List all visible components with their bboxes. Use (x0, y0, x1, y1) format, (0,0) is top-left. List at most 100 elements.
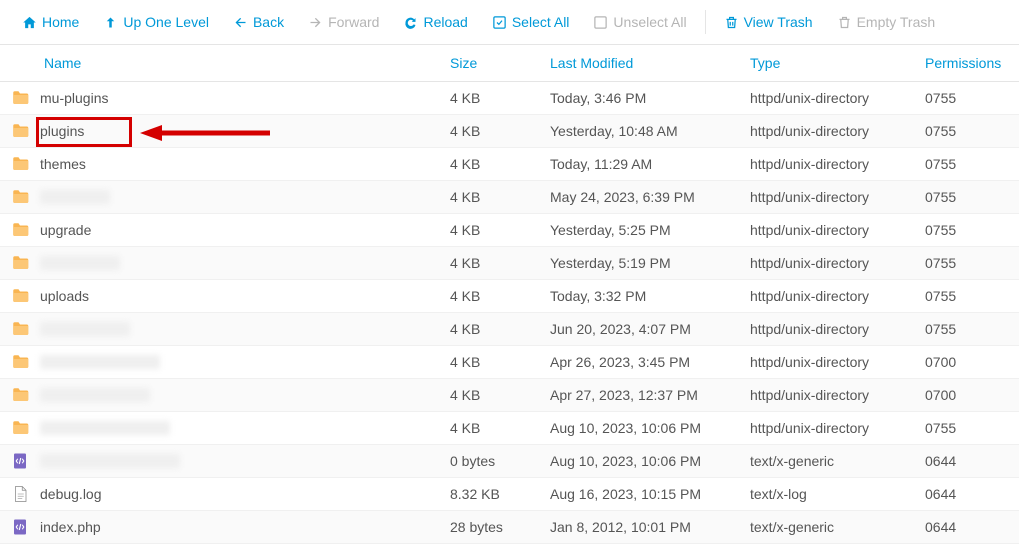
name-cell[interactable] (0, 452, 450, 470)
name-cell[interactable] (0, 188, 450, 206)
name-cell[interactable] (0, 419, 450, 437)
script-file-icon (10, 452, 30, 470)
cell-modified: Aug 10, 2023, 10:06 PM (550, 453, 750, 469)
reload-button[interactable]: Reload (393, 8, 477, 36)
name-cell[interactable]: mu-plugins (0, 89, 450, 107)
cell-modified: Today, 3:46 PM (550, 90, 750, 106)
file-name: mu-plugins (40, 90, 108, 106)
cell-perm: 0644 (925, 453, 1019, 469)
reload-label: Reload (423, 14, 467, 30)
col-modified[interactable]: Last Modified (550, 55, 750, 71)
name-cell[interactable] (0, 320, 450, 338)
folder-icon (10, 386, 30, 404)
table-row[interactable]: index.php28 bytesJan 8, 2012, 10:01 PMte… (0, 511, 1019, 544)
file-name: plugins (40, 123, 84, 139)
cell-type: httpd/unix-directory (750, 123, 925, 139)
table-row[interactable]: themes4 KBToday, 11:29 AMhttpd/unix-dire… (0, 148, 1019, 181)
name-cell[interactable]: debug.log (0, 485, 450, 503)
folder-icon (10, 188, 30, 206)
table-row[interactable]: upgrade4 KBYesterday, 5:25 PMhttpd/unix-… (0, 214, 1019, 247)
name-cell[interactable]: themes (0, 155, 450, 173)
square-icon (593, 15, 608, 30)
cell-type: httpd/unix-directory (750, 288, 925, 304)
cell-size: 4 KB (450, 387, 550, 403)
cell-type: httpd/unix-directory (750, 387, 925, 403)
cell-modified: Apr 26, 2023, 3:45 PM (550, 354, 750, 370)
name-cell[interactable] (0, 254, 450, 272)
cell-type: httpd/unix-directory (750, 222, 925, 238)
redacted-name (40, 421, 170, 435)
cell-perm: 0755 (925, 255, 1019, 271)
col-permissions[interactable]: Permissions (925, 55, 1019, 71)
cell-modified: Jan 8, 2012, 10:01 PM (550, 519, 750, 535)
cell-perm: 0700 (925, 387, 1019, 403)
empty-trash-button: Empty Trash (827, 8, 946, 36)
cell-modified: Yesterday, 5:25 PM (550, 222, 750, 238)
table-row[interactable]: 4 KBMay 24, 2023, 6:39 PMhttpd/unix-dire… (0, 181, 1019, 214)
name-cell[interactable]: plugins (0, 122, 450, 140)
table-row[interactable]: mu-plugins4 KBToday, 3:46 PMhttpd/unix-d… (0, 82, 1019, 115)
redacted-name (40, 388, 150, 402)
cell-size: 4 KB (450, 321, 550, 337)
file-name: upgrade (40, 222, 91, 238)
cell-modified: Jun 20, 2023, 4:07 PM (550, 321, 750, 337)
cell-size: 4 KB (450, 354, 550, 370)
cell-size: 4 KB (450, 123, 550, 139)
cell-size: 4 KB (450, 420, 550, 436)
table-row[interactable]: plugins4 KBYesterday, 10:48 AMhttpd/unix… (0, 115, 1019, 148)
col-size[interactable]: Size (450, 55, 550, 71)
cell-perm: 0755 (925, 222, 1019, 238)
redacted-name (40, 355, 160, 369)
folder-icon (10, 287, 30, 305)
table-body: mu-plugins4 KBToday, 3:46 PMhttpd/unix-d… (0, 82, 1019, 544)
forward-arrow-icon (308, 15, 323, 30)
cell-size: 4 KB (450, 189, 550, 205)
cell-perm: 0644 (925, 519, 1019, 535)
table-row[interactable]: uploads4 KBToday, 3:32 PMhttpd/unix-dire… (0, 280, 1019, 313)
back-arrow-icon (233, 15, 248, 30)
cell-perm: 0755 (925, 123, 1019, 139)
cell-size: 4 KB (450, 156, 550, 172)
folder-icon (10, 155, 30, 173)
table-row[interactable]: 4 KBApr 26, 2023, 3:45 PMhttpd/unix-dire… (0, 346, 1019, 379)
cell-type: httpd/unix-directory (750, 354, 925, 370)
cell-type: text/x-log (750, 486, 925, 502)
name-cell[interactable]: upgrade (0, 221, 450, 239)
up-one-level-button[interactable]: Up One Level (93, 8, 219, 36)
cell-size: 0 bytes (450, 453, 550, 469)
table-row[interactable]: 4 KBJun 20, 2023, 4:07 PMhttpd/unix-dire… (0, 313, 1019, 346)
cell-modified: Aug 16, 2023, 10:15 PM (550, 486, 750, 502)
table-row[interactable]: 0 bytesAug 10, 2023, 10:06 PMtext/x-gene… (0, 445, 1019, 478)
folder-icon (10, 320, 30, 338)
file-name: index.php (40, 519, 101, 535)
file-table: Name Size Last Modified Type Permissions… (0, 45, 1019, 544)
select-all-button[interactable]: Select All (482, 8, 580, 36)
view-trash-button[interactable]: View Trash (714, 8, 823, 36)
cell-type: httpd/unix-directory (750, 90, 925, 106)
forward-label: Forward (328, 14, 379, 30)
col-name[interactable]: Name (0, 55, 450, 71)
table-header: Name Size Last Modified Type Permissions (0, 45, 1019, 82)
col-type[interactable]: Type (750, 55, 925, 71)
cell-perm: 0755 (925, 321, 1019, 337)
table-row[interactable]: debug.log8.32 KBAug 16, 2023, 10:15 PMte… (0, 478, 1019, 511)
unselect-all-button: Unselect All (583, 8, 696, 36)
name-cell[interactable]: uploads (0, 287, 450, 305)
table-row[interactable]: 4 KBAug 10, 2023, 10:06 PMhttpd/unix-dir… (0, 412, 1019, 445)
cell-type: httpd/unix-directory (750, 420, 925, 436)
folder-icon (10, 254, 30, 272)
name-cell[interactable] (0, 353, 450, 371)
name-cell[interactable]: index.php (0, 518, 450, 536)
home-button[interactable]: Home (12, 8, 89, 36)
view-trash-label: View Trash (744, 14, 813, 30)
cell-type: text/x-generic (750, 519, 925, 535)
folder-icon (10, 353, 30, 371)
home-icon (22, 15, 37, 30)
back-button[interactable]: Back (223, 8, 294, 36)
redacted-name (40, 322, 130, 336)
table-row[interactable]: 4 KBApr 27, 2023, 12:37 PMhttpd/unix-dir… (0, 379, 1019, 412)
file-icon (10, 485, 30, 503)
name-cell[interactable] (0, 386, 450, 404)
folder-icon (10, 419, 30, 437)
table-row[interactable]: 4 KBYesterday, 5:19 PMhttpd/unix-directo… (0, 247, 1019, 280)
